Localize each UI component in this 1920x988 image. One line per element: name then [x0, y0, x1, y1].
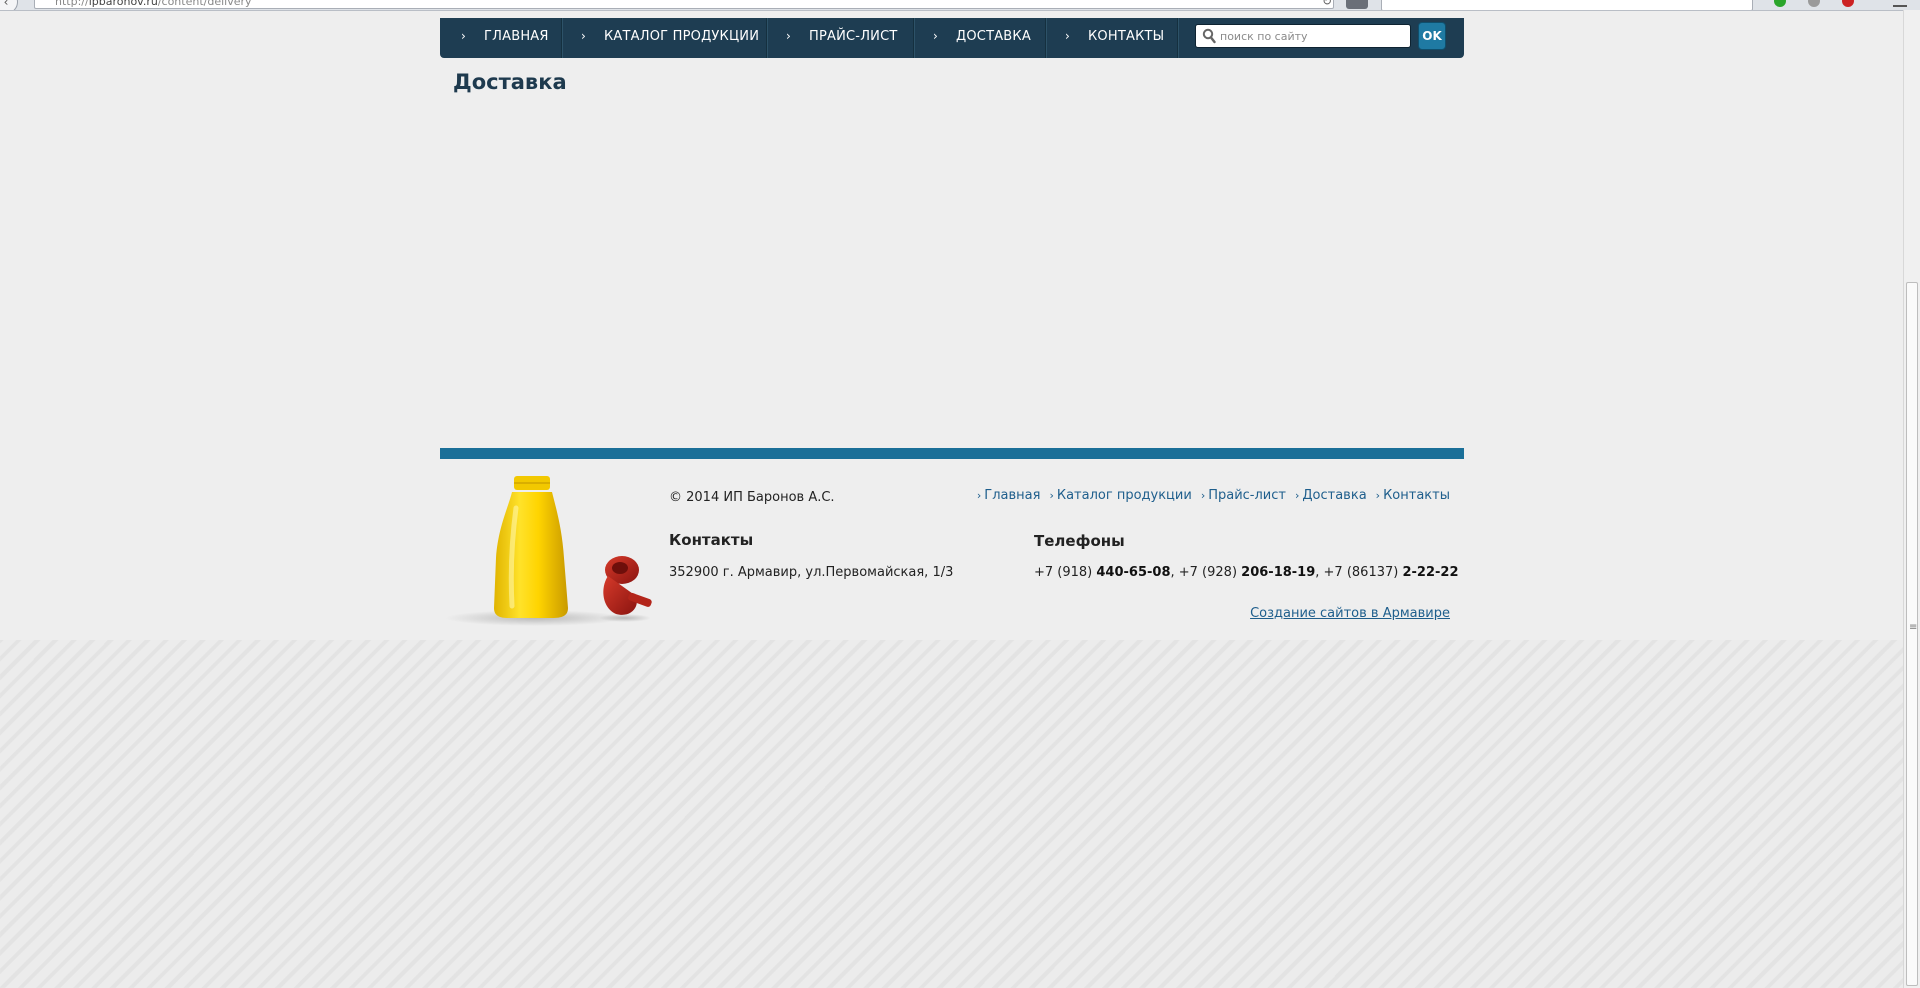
chevron-right-icon: › — [786, 29, 791, 43]
chevron-right-icon: › — [1065, 29, 1070, 43]
nav-item-label: КАТАЛОГ ПРОДУКЦИИ — [604, 29, 760, 44]
copyright: © 2014 ИП Баронов А.С. — [669, 490, 835, 505]
footer-link-price-list[interactable]: › Прайс-лист — [1201, 488, 1286, 503]
url-host: ipbaronov.ru — [88, 0, 158, 8]
nav-divider — [913, 18, 914, 58]
nav-item-delivery[interactable]: › ДОСТАВКА — [933, 18, 1031, 58]
nav-divider — [1045, 18, 1046, 58]
url-path: /content/delivery — [157, 0, 252, 8]
nav-item-home[interactable]: › ГЛАВНАЯ — [461, 18, 549, 58]
phones-heading: Телефоны — [1034, 532, 1125, 550]
product-bottle-image — [445, 476, 652, 626]
addon-icon[interactable] — [1808, 0, 1820, 7]
chevron-right-icon: › — [581, 29, 586, 43]
footer-link-label: Контакты — [1383, 488, 1450, 503]
footer-link-label: Прайс-лист — [1208, 488, 1286, 503]
back-arrow-icon[interactable]: ‹ — [0, 0, 18, 10]
nav-item-contacts[interactable]: › КОНТАКТЫ — [1065, 18, 1164, 58]
phone-prefix: +7 (86137) — [1323, 565, 1403, 580]
page-title: Доставка — [453, 70, 567, 94]
chevron-right-icon: › — [976, 489, 982, 502]
page-scrollbar[interactable]: ≡ — [1903, 10, 1920, 988]
chevron-right-icon: › — [461, 29, 466, 43]
address: 352900 г. Армавир, ул.Первомайская, 1/3 — [669, 565, 954, 580]
footer-link-delivery[interactable]: › Доставка — [1295, 488, 1367, 503]
grip-icon: ≡ — [1909, 622, 1918, 633]
chevron-right-icon: › — [1200, 489, 1206, 502]
footer-link-home[interactable]: › Главная — [977, 488, 1041, 503]
reload-icon[interactable]: ↻ — [1322, 0, 1332, 8]
extension-icon[interactable] — [1346, 0, 1368, 9]
chevron-right-icon: › — [933, 29, 938, 43]
nav-item-price-list[interactable]: › ПРАЙС-ЛИСТ — [786, 18, 898, 58]
phone-prefix: +7 (928) — [1178, 565, 1242, 580]
nav-divider — [766, 18, 767, 58]
search-icon — [1202, 28, 1216, 44]
adblock-icon[interactable] — [1842, 0, 1854, 7]
nav-item-catalog[interactable]: › КАТАЛОГ ПРОДУКЦИИ — [581, 18, 759, 58]
nav-item-label: ГЛАВНАЯ — [484, 29, 549, 44]
contacts-heading: Контакты — [669, 531, 754, 549]
phone-number: 2-22-22 — [1402, 565, 1459, 580]
footer-accent-bar — [440, 448, 1464, 459]
search-input[interactable] — [1220, 26, 1405, 46]
nav-divider — [1177, 18, 1178, 58]
download-icon[interactable] — [1774, 0, 1786, 7]
phone-number: 440-65-08 — [1096, 565, 1171, 580]
footer-link-label: Главная — [984, 488, 1041, 503]
scrollbar-thumb[interactable]: ≡ — [1906, 282, 1918, 986]
footer-link-label: Доставка — [1302, 488, 1367, 503]
phone-number: 206-18-19 — [1241, 565, 1316, 580]
address-bar[interactable]: http://ipbaronov.ru/content/delivery — [34, 0, 1334, 9]
phone-prefix: +7 (918) — [1034, 565, 1097, 580]
footer-link-catalog[interactable]: › Каталог продукции — [1049, 488, 1191, 503]
phone-separator: , — [1315, 565, 1324, 580]
menu-icon[interactable] — [1893, 0, 1907, 7]
nav-divider — [561, 18, 562, 58]
web-dev-link[interactable]: Создание сайтов в Армавире — [1250, 606, 1450, 621]
footer-link-contacts[interactable]: › Контакты — [1376, 488, 1450, 503]
browser-search-field[interactable] — [1381, 0, 1753, 10]
url-prefix: http:// — [55, 0, 89, 8]
nav-item-label: ДОСТАВКА — [956, 29, 1031, 44]
footer-link-label: Каталог продукции — [1056, 488, 1192, 503]
nav-item-label: ПРАЙС-ЛИСТ — [809, 29, 898, 44]
search-submit-button[interactable]: OK — [1418, 22, 1446, 50]
chevron-right-icon: › — [1294, 489, 1300, 502]
page-background — [0, 0, 1903, 640]
footer-nav: › Главная › Каталог продукции › Прайс-лист › До… — [968, 488, 1450, 503]
phone-list: +7 (918) 440-65-08, +7 (928) 206-18-19, … — [1034, 565, 1459, 580]
site-search — [1195, 24, 1411, 48]
phone-separator: , — [1170, 565, 1179, 580]
nav-item-label: КОНТАКТЫ — [1088, 29, 1165, 44]
chevron-right-icon: › — [1049, 489, 1054, 502]
chevron-right-icon: › — [1375, 489, 1381, 502]
browser-toolbar: ‹ http://ipbaronov.ru/content/delivery ↻ — [0, 0, 1920, 11]
main-nav: › ГЛАВНАЯ › КАТАЛОГ ПРОДУКЦИИ › ПРАЙС-ЛИСТ … — [440, 18, 1464, 58]
